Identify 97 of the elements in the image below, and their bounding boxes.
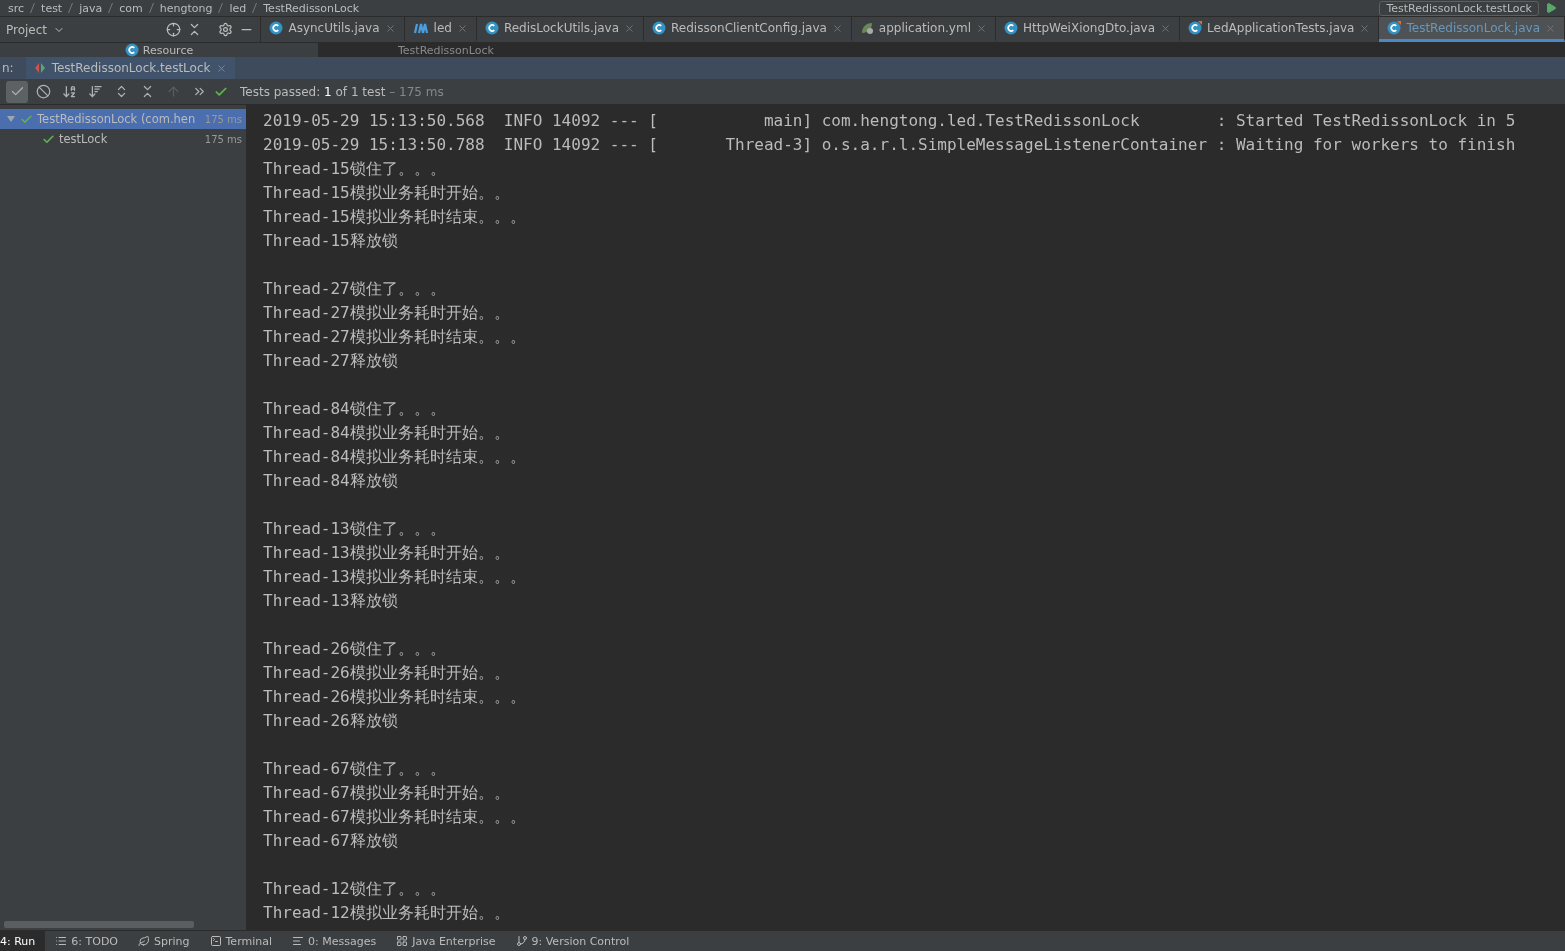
breadcrumb-item[interactable]: test: [41, 1, 63, 15]
console-line: Thread-12模拟业务耗时开始。。: [263, 902, 511, 924]
console-line: Thread-15锁住了。。。: [263, 158, 447, 180]
console-line: Thread-27模拟业务耗时结束。。。: [263, 326, 527, 348]
breadcrumb-item[interactable]: src: [8, 1, 25, 15]
check-icon[interactable]: [6, 80, 28, 103]
breadcrumb-item[interactable]: hengtong: [159, 1, 213, 15]
test-tree-row[interactable]: testLock 175 ms: [0, 129, 246, 149]
editor-tab[interactable]: RedisLockUtils.java: [476, 17, 645, 42]
class-icon: [652, 21, 667, 35]
console-line: Thread-26模拟业务耗时结束。。。: [263, 686, 527, 708]
run-configuration-dropdown[interactable]: TestRedissonLock.testLock: [1379, 0, 1539, 16]
console-line: Thread-27锁住了。。。: [263, 278, 447, 300]
run-icon[interactable]: [1545, 2, 1557, 14]
test-class-icon: [1387, 21, 1402, 35]
test-class-icon: [1188, 21, 1203, 35]
test-name: testLock: [59, 132, 109, 146]
path-separator-icon: [148, 3, 154, 13]
console-line: Thread-67释放锁: [263, 830, 399, 852]
test-run-icon: [33, 62, 46, 74]
test-name: TestRedissonLock (com.hen: [37, 112, 197, 126]
console-line: Thread-13模拟业务耗时开始。。: [263, 542, 511, 564]
editor-tab[interactable]: RedissonClientConfig.java: [644, 17, 852, 42]
console-line: Thread-26锁住了。。。: [263, 638, 447, 660]
class-icon: [484, 21, 499, 35]
terminal-icon: [209, 935, 222, 947]
console-line: Thread-67模拟业务耗时开始。。: [263, 782, 511, 804]
console-line: Thread-12锁住了。。。: [263, 878, 447, 900]
path-separator-icon: [68, 3, 74, 13]
console-line: Thread-27释放锁: [263, 350, 399, 372]
console-line: Thread-13锁住了。。。: [263, 518, 447, 540]
console-line: Thread-26模拟业务耗时开始。。: [263, 662, 511, 684]
close-icon[interactable]: [1359, 22, 1371, 34]
close-icon[interactable]: [1545, 22, 1556, 34]
console-line: Thread-84模拟业务耗时开始。。: [263, 422, 511, 444]
vcs-icon: [515, 935, 528, 947]
editor-tab[interactable]: led: [404, 17, 477, 42]
test-duration: 175 ms: [204, 113, 242, 125]
console-line: Thread-13模拟业务耗时结束。。。: [263, 566, 527, 588]
project-item[interactable]: Resource: [142, 43, 194, 57]
class-icon: [124, 43, 139, 57]
close-icon[interactable]: [1160, 22, 1172, 34]
leaf-icon: [859, 21, 874, 35]
editor-tab[interactable]: application.yml: [851, 17, 996, 42]
editor-hint: TestRedissonLock: [398, 43, 494, 57]
tool-window-tab[interactable]: Terminal: [199, 931, 282, 951]
console-line: Thread-27模拟业务耗时开始。。: [263, 302, 511, 324]
close-icon[interactable]: [624, 22, 636, 34]
todo-icon: [55, 935, 68, 947]
expand-triangle-icon[interactable]: [6, 114, 16, 124]
tool-window-tab[interactable]: 6: TODO: [45, 931, 128, 951]
console-line: Thread-84锁住了。。。: [263, 398, 447, 420]
breadcrumb-item[interactable]: com: [119, 1, 143, 15]
messages-icon: [292, 935, 304, 947]
tool-window-tab[interactable]: 0: Messages: [282, 931, 387, 951]
editor-tab[interactable]: HttpWeiXiongDto.java: [996, 17, 1181, 42]
breadcrumb-item[interactable]: TestRedissonLock: [263, 1, 360, 15]
close-icon[interactable]: [456, 22, 468, 34]
breadcrumb-item[interactable]: led: [229, 1, 247, 15]
console-line: Thread-67锁住了。。。: [263, 758, 447, 780]
test-status: Tests passed: 1 of 1 test – 175 ms: [240, 84, 444, 99]
tool-window-tab[interactable]: Java Enterprise: [386, 931, 506, 951]
path-separator-icon: [252, 3, 258, 13]
console-line: Thread-15模拟业务耗时结束。。。: [263, 206, 527, 228]
tool-window-tab[interactable]: 4: Run: [0, 931, 46, 951]
console-line: Thread-13释放锁: [263, 590, 399, 612]
breadcrumb-item[interactable]: java: [79, 1, 103, 15]
run-label: n:: [1, 61, 15, 75]
spring-icon: [138, 935, 150, 947]
module-icon: [412, 21, 429, 35]
close-icon[interactable]: [831, 22, 843, 34]
console-line: Thread-84模拟业务耗时结束。。。: [263, 446, 527, 468]
tool-window-tab[interactable]: Spring: [128, 931, 200, 951]
locate-icon[interactable]: [166, 22, 182, 37]
path-separator-icon: [218, 3, 224, 13]
run-tab[interactable]: TestRedissonLock.testLock: [25, 57, 236, 79]
project-view-title[interactable]: Project: [6, 22, 48, 37]
console-line: Thread-67模拟业务耗时结束。。。: [263, 806, 527, 828]
editor-tab[interactable]: AsyncUtils.java: [261, 17, 405, 42]
class-icon: [269, 21, 284, 35]
path-separator-icon: [30, 3, 36, 13]
scrollbar[interactable]: [4, 921, 194, 928]
test-duration: 175 ms: [204, 133, 242, 145]
console-line: Thread-15模拟业务耗时开始。。: [263, 182, 511, 204]
log-line: 2019-05-29 15:13:50.568 INFO 14092 --- [ main] com.hengtong.led.TestRedissonLock : Started TestRedissonLock in 5: [263, 110, 1517, 132]
enterprise-icon: [396, 935, 409, 947]
console-line: Thread-26释放锁: [263, 710, 399, 732]
console-line: Thread-84释放锁: [263, 470, 399, 492]
settings-icon[interactable]: [218, 22, 234, 37]
close-icon[interactable]: [216, 62, 228, 74]
log-line: 2019-05-29 15:13:50.788 INFO 14092 --- [ Thread-3] o.s.a.r.l.SimpleMessageListenerContainer : Waiting for workers to finish: [263, 134, 1517, 156]
close-icon[interactable]: [384, 22, 396, 34]
close-icon[interactable]: [976, 22, 987, 34]
path-separator-icon: [108, 3, 114, 13]
tool-window-tab[interactable]: 9: Version Control: [505, 931, 640, 951]
console-line: Thread-15释放锁: [263, 230, 399, 252]
class-icon: [1004, 21, 1018, 35]
